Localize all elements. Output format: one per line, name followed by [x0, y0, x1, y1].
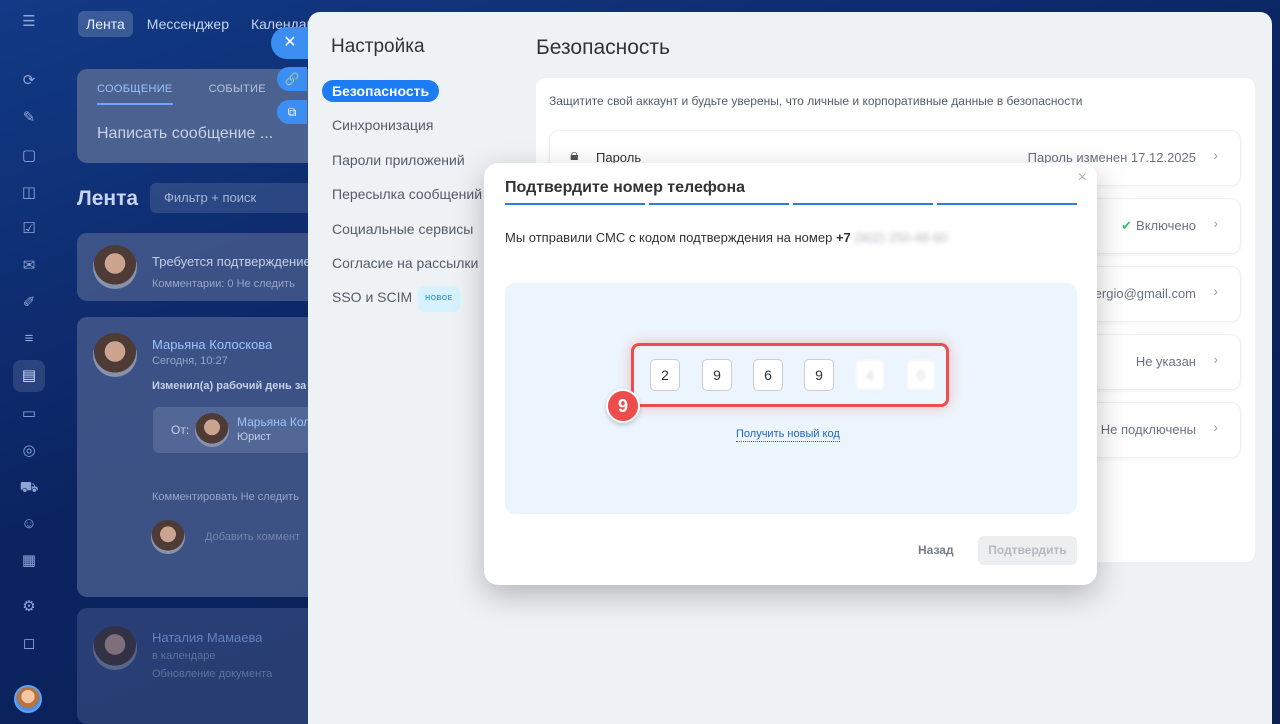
chevron-right-icon: ›: [1213, 351, 1218, 367]
post-time: Сегодня, 10:27: [152, 355, 228, 367]
sms-text: Мы отправили СМС с кодом подтверждения н…: [505, 230, 833, 245]
progress-step: [937, 203, 1077, 205]
row-value-text: Включено: [1136, 218, 1196, 233]
nav-item-social[interactable]: Социальные сервисы: [322, 218, 492, 240]
resend-code-link[interactable]: Получить новый код: [736, 427, 840, 442]
left-rail: ☰ ⟳ ✎ ▢ ◫ ☑ ✉ ✐ ≡ ▤ ▭ ◎ ⛟ ☺ ▦ ⚙ ◻: [0, 0, 58, 724]
tasks-icon[interactable]: ✎: [18, 107, 40, 129]
comment-input[interactable]: Добавить коммент: [205, 531, 300, 543]
nav-item-mailing-consent[interactable]: Согласие на рассылки: [322, 252, 492, 274]
progress-step: [649, 203, 789, 205]
security-title: Безопасность: [536, 36, 670, 59]
card-icon[interactable]: ▭: [18, 403, 40, 425]
post-actions[interactable]: Комментировать Не следить: [152, 491, 299, 503]
progress-steps: [505, 203, 1077, 205]
open-external-icon[interactable]: ⧉: [277, 100, 307, 124]
nav-item-forwarding[interactable]: Пересылка сообщений: [322, 183, 492, 205]
link-icon[interactable]: 🔗: [277, 67, 307, 91]
target-icon[interactable]: ◎: [18, 440, 40, 462]
row-value: ergio@gmail.com: [1094, 286, 1196, 301]
avatar: [93, 245, 137, 289]
gear-icon[interactable]: ⚙: [18, 596, 40, 618]
pen-icon[interactable]: ✐: [18, 292, 40, 314]
check-circle-icon: ✔: [1121, 218, 1133, 233]
back-button[interactable]: Назад: [918, 543, 954, 557]
progress-step: [505, 203, 645, 205]
documents-icon[interactable]: ▤: [13, 360, 45, 392]
settings-nav: Безопасность Синхронизация Пароли прилож…: [322, 80, 492, 321]
nav-item-sync[interactable]: Синхронизация: [322, 114, 492, 136]
chat-icon[interactable]: ▢: [18, 145, 40, 167]
code-digit-6[interactable]: 0: [906, 359, 936, 391]
progress-step: [793, 203, 933, 205]
nav-item-security[interactable]: Безопасность: [322, 80, 440, 102]
chevron-right-icon: ›: [1213, 419, 1218, 435]
code-digit-2[interactable]: 9: [702, 359, 732, 391]
from-label: От:: [171, 423, 190, 437]
menu-icon[interactable]: ☰: [18, 11, 40, 33]
calendar-icon[interactable]: ▦: [18, 550, 40, 572]
post-title[interactable]: Требуется подтверждение: [152, 254, 311, 269]
nav-item-sso[interactable]: SSO и SCIM НОВОЕ: [322, 286, 492, 313]
post-author[interactable]: Наталия Мамаева: [152, 630, 262, 645]
post-line: Обновление документа: [152, 668, 273, 680]
users-icon[interactable]: ☺: [18, 513, 40, 535]
row-value: Не подключены: [1100, 422, 1196, 437]
feed-post: Марьяна Колоскова Сегодня, 10:27 Изменил…: [77, 317, 333, 597]
feed-post: Наталия Мамаева в календаре Обновление д…: [77, 608, 327, 724]
post-text: Изменил(а) рабочий день за: [152, 380, 307, 392]
post-author[interactable]: Марьяна Колоскова: [152, 337, 272, 352]
user-avatar[interactable]: [14, 685, 42, 713]
avatar: [93, 333, 137, 377]
chevron-right-icon: ›: [1213, 147, 1218, 163]
drive-icon[interactable]: ◫: [18, 182, 40, 204]
post-line: в календаре: [152, 650, 216, 662]
code-digit-5[interactable]: 4: [855, 359, 885, 391]
close-icon[interactable]: ×: [1078, 169, 1087, 187]
code-digit-1[interactable]: 2: [650, 359, 680, 391]
feed-search-input[interactable]: Фильтр + поиск: [150, 183, 320, 213]
from-role: Юрист: [237, 431, 271, 443]
sms-sent-text: Мы отправили СМС с кодом подтверждения н…: [505, 230, 948, 245]
from-name[interactable]: Марьяна Кол: [237, 415, 310, 429]
security-description: Защитите свой аккаунт и будьте уверены, …: [549, 94, 1083, 108]
close-icon[interactable]: ✕: [271, 27, 309, 59]
mail-icon[interactable]: ✉: [18, 255, 40, 277]
confirm-button[interactable]: Подтвердить: [978, 536, 1077, 565]
chevron-right-icon: ›: [1213, 283, 1218, 299]
composer-tab-event[interactable]: СОБЫТИЕ: [209, 83, 266, 105]
checkbox-icon[interactable]: ☑: [18, 218, 40, 240]
confirm-phone-dialog: Подтвердите номер телефона × Мы отправил…: [484, 163, 1097, 585]
code-digit-3[interactable]: 6: [753, 359, 783, 391]
row-value: Не указан: [1135, 354, 1196, 369]
post-attachment: От: Марьяна Кол Юрист: [153, 407, 333, 453]
step-number-badge: 9: [606, 389, 640, 423]
nav-item-app-passwords[interactable]: Пароли приложений: [322, 149, 492, 171]
avatar: [151, 520, 185, 554]
avatar: [93, 626, 137, 670]
post-meta: Комментарии: 0 Не следить: [152, 278, 295, 290]
code-digit-4[interactable]: 9: [804, 359, 834, 391]
nav-item-sso-label: SSO и SCIM: [332, 289, 413, 306]
more-icon[interactable]: ◻: [18, 633, 40, 655]
settings-title: Настройка: [331, 36, 425, 57]
composer-tab-message[interactable]: СООБЩЕНИЕ: [97, 83, 173, 105]
cart-icon[interactable]: ⛟: [18, 477, 40, 499]
chevron-right-icon: ›: [1213, 215, 1218, 231]
code-highlight: 2 9 6 9 4 0: [631, 343, 949, 407]
row-value: ✔ Включено: [1121, 218, 1196, 234]
phone-hidden: (902) 250-48-60: [854, 230, 948, 245]
code-entry-zone: 2 9 6 9 4 0 9 Получить новый код: [505, 283, 1077, 514]
filter-icon[interactable]: ≡: [18, 328, 40, 350]
feed-icon[interactable]: ⟳: [18, 70, 40, 92]
new-badge: НОВОЕ: [418, 286, 460, 313]
feed-post: Требуется подтверждение Комментарии: 0 Н…: [77, 233, 327, 301]
avatar: [195, 413, 229, 447]
feed-title: Лента: [77, 187, 139, 210]
phone-prefix: +7: [835, 230, 851, 245]
dialog-title: Подтвердите номер телефона: [505, 179, 746, 196]
